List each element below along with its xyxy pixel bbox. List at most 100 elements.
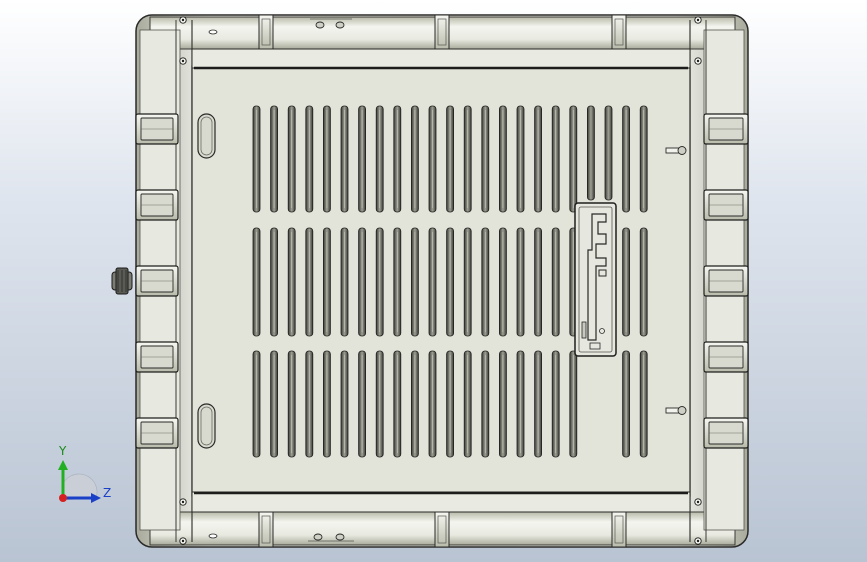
left-oval-slot-upper [197,113,216,159]
panel-top-band [191,48,691,69]
panel-bottom-band [191,491,691,513]
vent-slot [498,350,507,458]
vent-slot [358,350,367,458]
vent-slot [428,350,437,458]
screw [694,57,702,65]
bottom-latch [611,511,627,548]
x-axis-dot [59,494,67,502]
vent-slot [622,350,630,458]
vent-slot [375,227,384,337]
vent-slot [305,350,314,458]
vent-slot [322,227,331,337]
vent-slot [287,227,296,337]
vent-slot [428,227,437,337]
right-side-handle [703,265,749,297]
vent-slot [639,227,648,337]
vent-slot [551,227,560,337]
vent-slot [622,227,630,337]
vent-slot [569,105,578,213]
vent-slot [322,105,331,213]
vent-slot [534,350,542,458]
left-side-handle [135,113,179,145]
vent-slot [639,350,648,458]
vent-slot [305,227,314,337]
3d-graphics-viewport[interactable]: Y Z [0,0,867,562]
screw [694,537,702,545]
vent-slot [375,350,384,458]
vent-slot [393,105,402,213]
vent-slot [305,105,314,213]
screw [179,16,187,24]
vent-slot [534,227,542,337]
vent-slot [481,105,490,213]
left-oval-slot-lower [197,403,216,449]
screw [694,498,702,506]
vent-slot [393,227,402,337]
vent-slot [322,350,331,458]
vent-slot [358,227,367,337]
vent-slot [463,105,472,213]
vent-slot [446,105,455,213]
top-latch [611,14,627,50]
vent-slot [410,227,419,337]
right-side-handle [703,189,749,221]
nameplate-logo [574,202,617,357]
vent-slot [569,350,578,458]
vent-slot [252,227,261,337]
vent-slot [340,105,349,213]
left-side-handle [135,417,179,449]
vent-slot [498,227,507,337]
top-latch [258,14,274,50]
vent-slot [340,350,349,458]
vent-slot [287,105,296,213]
vent-slot [516,350,525,458]
bottom-latch [258,511,274,548]
vent-slot [498,105,507,213]
top-latch [434,14,450,50]
vent-slot [551,105,560,213]
vent-slot [534,105,542,213]
vent-slot [516,105,525,213]
screw [179,57,187,65]
vent-slot [287,350,296,458]
vent-slot [340,227,349,337]
enclosure-model[interactable] [111,14,749,548]
left-side-handle [135,265,179,297]
vent-slot [252,105,261,213]
vent-slot [604,105,613,201]
right-side-handle [703,417,749,449]
vent-slot [516,227,525,337]
vent-slot [587,105,595,201]
vent-slot [358,105,367,213]
vent-slot [252,350,261,458]
vent-slot [639,105,648,213]
vent-slot [463,350,472,458]
screw [694,16,702,24]
z-axis-label: Z [103,486,111,500]
vent-slot [270,105,279,213]
left-side-handle [135,341,179,373]
vent-slot [551,350,560,458]
vent-slot [410,350,419,458]
vent-slot [446,350,455,458]
vent-slot [375,105,384,213]
right-pin-upper [665,146,687,155]
left-side-handle [135,189,179,221]
vent-slot [393,350,402,458]
vent-slot [446,227,455,337]
vent-slot [410,105,419,213]
right-pin-lower [665,406,687,415]
right-side-handle [703,341,749,373]
vent-slot [481,227,490,337]
y-axis-label: Y [58,444,67,458]
vent-slot [428,105,437,213]
screw [179,537,187,545]
vent-slot [463,227,472,337]
bottom-latch [434,511,450,548]
right-side-handle [703,113,749,145]
vent-slot [270,227,279,337]
screw [179,498,187,506]
orientation-triad: Y Z [58,444,111,503]
left-cable-connector [111,267,133,295]
vent-slot [481,350,490,458]
